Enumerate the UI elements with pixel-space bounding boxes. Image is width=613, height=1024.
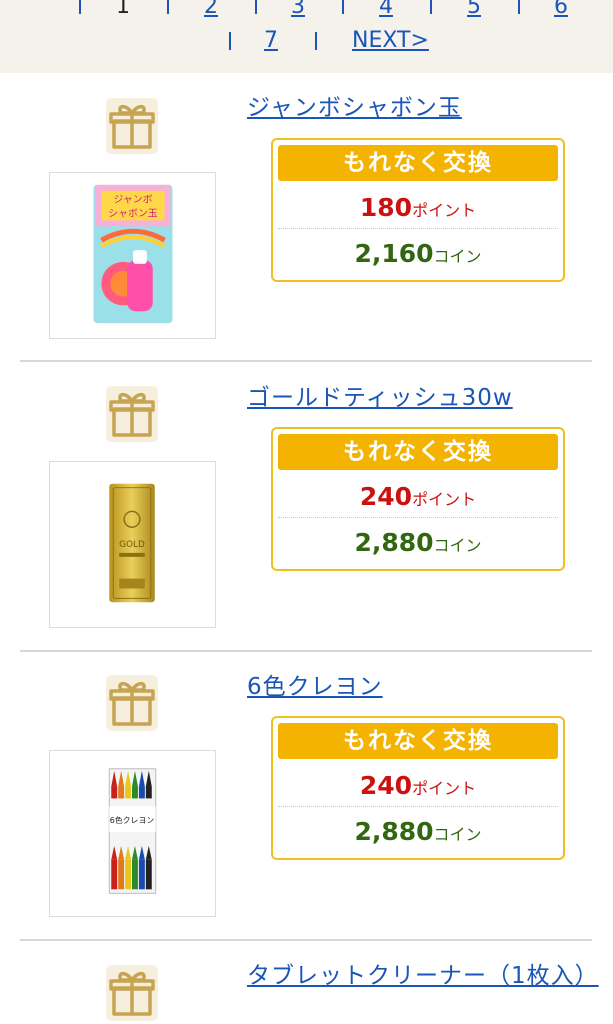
pager-separator — [430, 0, 432, 14]
points-value: 240 — [359, 771, 413, 800]
coins-value: 2,880 — [354, 528, 434, 557]
item-divider — [20, 650, 592, 652]
exchange-box: もれなく交換 180ポイント 2,160コイン — [271, 138, 565, 282]
pager-separator — [315, 32, 317, 50]
coins-value: 2,160 — [354, 239, 434, 268]
page-link-5[interactable]: 5 — [467, 0, 481, 20]
exchange-badge: もれなく交換 — [278, 145, 558, 181]
prize-image[interactable]: 6色クレヨン — [49, 750, 216, 917]
points-price: 240ポイント — [273, 766, 563, 806]
points-value: 240 — [359, 482, 413, 511]
exchange-box: もれなく交換 240ポイント 2,880コイン — [271, 427, 565, 571]
pager-separator — [342, 0, 344, 14]
prize-title-link[interactable]: タブレットクリーナー（1枚入） — [247, 960, 598, 992]
exchange-badge: もれなく交換 — [278, 434, 558, 470]
prize-image[interactable]: ジャンボ シャボン玉 — [49, 172, 216, 339]
page-link-3[interactable]: 3 — [291, 0, 305, 20]
coins-unit: コイン — [433, 536, 482, 555]
product-label: ジャンボ — [113, 194, 152, 206]
points-unit: ポイント — [412, 201, 477, 220]
prize-title-link[interactable]: ジャンボシャボン玉 — [247, 92, 462, 124]
page-link-7[interactable]: 7 — [264, 28, 278, 54]
points-value: 180 — [359, 193, 413, 222]
pager-separator — [255, 0, 257, 14]
pager-separator — [518, 0, 520, 14]
prize-image[interactable]: GOLD — [49, 461, 216, 628]
next-page-link[interactable]: NEXT> — [352, 28, 429, 54]
pager-separator — [167, 0, 169, 14]
coins-price: 2,880コイン — [273, 810, 563, 854]
page-link-4[interactable]: 4 — [379, 0, 393, 20]
page-current: 1 — [116, 0, 130, 19]
pager-separator — [79, 0, 81, 14]
page-link-6[interactable]: 6 — [554, 0, 568, 20]
exchange-badge: もれなく交換 — [278, 723, 558, 759]
gift-icon — [105, 674, 159, 732]
product-label: 6色クレヨン — [110, 815, 155, 825]
points-price: 240ポイント — [273, 477, 563, 517]
points-unit: ポイント — [412, 490, 477, 509]
pagination: 1 2 3 4 5 6 7 NEXT> — [0, 0, 613, 73]
item-divider — [20, 360, 592, 362]
product-label: シャボン玉 — [108, 207, 158, 219]
points-unit: ポイント — [412, 779, 477, 798]
coins-value: 2,880 — [354, 817, 434, 846]
product-label: GOLD — [119, 540, 145, 550]
gift-icon — [105, 385, 159, 443]
pager-separator — [229, 32, 231, 50]
exchange-box: もれなく交換 240ポイント 2,880コイン — [271, 716, 565, 860]
item-divider — [20, 939, 592, 941]
points-price: 180ポイント — [273, 188, 563, 228]
page-link-2[interactable]: 2 — [204, 0, 218, 20]
gift-icon — [105, 97, 159, 155]
coins-price: 2,880コイン — [273, 521, 563, 565]
prize-title-link[interactable]: ゴールドティッシュ30w — [247, 382, 513, 414]
coins-unit: コイン — [433, 825, 482, 844]
gift-icon — [105, 964, 159, 1022]
prize-title-link[interactable]: 6色クレヨン — [247, 671, 383, 703]
coins-price: 2,160コイン — [273, 232, 563, 276]
coins-unit: コイン — [433, 247, 482, 266]
